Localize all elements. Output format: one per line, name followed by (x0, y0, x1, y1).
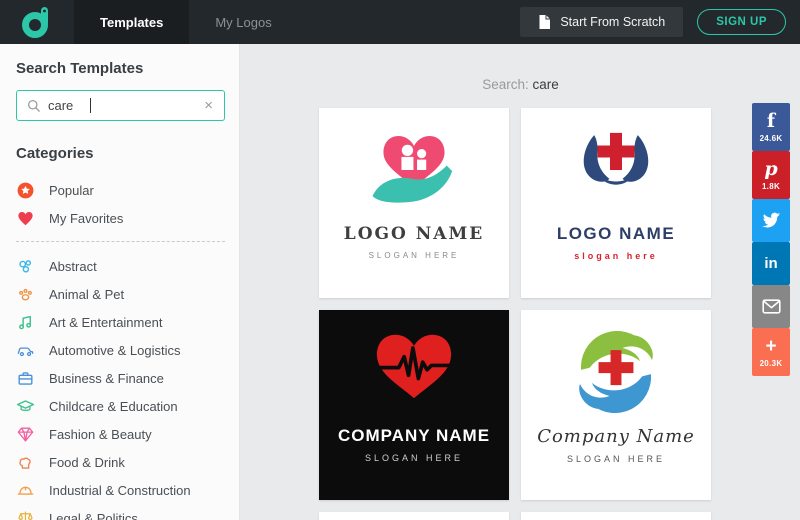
total-share-count: 20.3K (760, 359, 783, 368)
logo-slogan-text: slogan here (574, 251, 658, 261)
category-list: Abstract Animal & Pet Art & Entertainmen… (16, 252, 225, 520)
logo-name-text: COMPANY NAME (338, 426, 490, 446)
car-icon (16, 341, 35, 360)
template-results-area: Search: care LOGO NAME SLOGAN HERE (241, 44, 800, 520)
swoosh-circle-cross-logo (561, 324, 671, 420)
category-label: Legal & Politics (49, 511, 138, 520)
category-my-favorites[interactable]: My Favorites (16, 204, 225, 232)
search-status-label: Search: (482, 77, 529, 92)
logo-name-text: Company Name (537, 426, 695, 447)
tab-templates-label: Templates (100, 15, 163, 30)
top-navbar: Templates My Logos Start From Scratch SI… (0, 0, 800, 44)
search-templates-heading: Search Templates (16, 60, 225, 77)
category-industrial-construction[interactable]: Industrial & Construction (16, 476, 225, 504)
category-label: Food & Drink (49, 455, 125, 470)
pinterest-icon: p (764, 160, 777, 179)
hard-hat-icon (16, 481, 35, 500)
tab-my-logos-label: My Logos (215, 15, 271, 30)
search-input[interactable] (48, 98, 90, 113)
category-business-finance[interactable]: Business & Finance (16, 364, 225, 392)
logo-slogan-text: SLOGAN HERE (567, 454, 665, 464)
designevo-logo-icon (22, 5, 52, 39)
twitter-share-button[interactable] (752, 199, 790, 242)
categories-heading: Categories (16, 145, 225, 162)
blank-document-icon (538, 14, 551, 30)
facebook-share-count: 24.6K (760, 134, 783, 143)
category-label: Popular (49, 183, 94, 198)
music-note-icon (16, 313, 35, 332)
pinterest-share-count: 1.8K (762, 182, 780, 191)
category-popular[interactable]: Popular (16, 176, 225, 204)
briefcase-icon (16, 369, 35, 388)
category-label: Fashion & Beauty (49, 427, 152, 442)
category-label: Animal & Pet (49, 287, 124, 302)
facebook-icon: f (767, 112, 775, 131)
logo-template-card[interactable] (521, 512, 711, 520)
social-share-rail: f 24.6K p 1.8K in + 20.3K (752, 103, 790, 376)
category-art-entertainment[interactable]: Art & Entertainment (16, 308, 225, 336)
logo-name-text: LOGO NAME (557, 224, 675, 244)
logo-slogan-text: SLOGAN HERE (365, 453, 463, 463)
next-row-partial (319, 512, 711, 520)
brand-logo[interactable] (0, 0, 74, 44)
category-label: My Favorites (49, 211, 123, 226)
divider (16, 241, 225, 242)
category-legal-politics[interactable]: Legal & Politics (16, 504, 225, 520)
clear-search-icon[interactable]: × (202, 96, 215, 115)
start-from-scratch-button[interactable]: Start From Scratch (520, 7, 683, 37)
star-badge-icon (16, 181, 35, 200)
category-label: Childcare & Education (49, 399, 178, 414)
sign-up-button[interactable]: SIGN UP (697, 9, 786, 35)
logo-name-text: LOGO NAME (344, 224, 485, 244)
sidebar: Search Templates × Categories Popular (0, 44, 240, 520)
heartbeat-heart-logo (359, 324, 469, 420)
featured-category-list: Popular My Favorites (16, 176, 225, 232)
category-fashion-beauty[interactable]: Fashion & Beauty (16, 420, 225, 448)
more-share-button[interactable]: + 20.3K (752, 328, 790, 376)
category-food-drink[interactable]: Food & Drink (16, 448, 225, 476)
search-status-term: care (533, 77, 559, 92)
linkedin-share-button[interactable]: in (752, 242, 790, 285)
category-label: Industrial & Construction (49, 483, 191, 498)
twitter-bird-icon (761, 212, 781, 229)
category-label: Automotive & Logistics (49, 343, 181, 358)
logo-template-card[interactable]: LOGO NAME slogan here (521, 108, 711, 298)
logo-template-card[interactable]: Company Name SLOGAN HERE (521, 310, 711, 500)
heart-in-hand-logo (359, 122, 469, 218)
linkedin-icon: in (764, 255, 777, 272)
start-from-scratch-label: Start From Scratch (560, 15, 665, 29)
email-envelope-icon (762, 299, 781, 314)
pinterest-share-button[interactable]: p 1.8K (752, 151, 790, 199)
category-automotive-logistics[interactable]: Automotive & Logistics (16, 336, 225, 364)
search-status: Search: care (241, 77, 800, 92)
category-label: Abstract (49, 259, 97, 274)
abstract-icon (16, 257, 35, 276)
search-icon (26, 98, 41, 113)
tab-templates[interactable]: Templates (74, 0, 189, 44)
email-share-button[interactable] (752, 285, 790, 328)
text-caret (90, 98, 91, 113)
logo-slogan-text: SLOGAN HERE (369, 251, 460, 260)
facebook-share-button[interactable]: f 24.6K (752, 103, 790, 151)
logo-template-card[interactable]: LOGO NAME SLOGAN HERE (319, 108, 509, 298)
category-childcare-education[interactable]: Childcare & Education (16, 392, 225, 420)
category-label: Business & Finance (49, 371, 164, 386)
logo-template-card[interactable] (319, 512, 509, 520)
diamond-icon (16, 425, 35, 444)
scales-icon (16, 509, 35, 520)
paw-icon (16, 285, 35, 304)
tab-my-logos[interactable]: My Logos (189, 0, 297, 44)
plus-share-icon: + (765, 337, 776, 356)
heart-icon (16, 209, 35, 228)
chef-hat-icon (16, 453, 35, 472)
template-grid: LOGO NAME SLOGAN HERE LOGO NAME slogan h… (319, 108, 711, 500)
category-abstract[interactable]: Abstract (16, 252, 225, 280)
category-animal-pet[interactable]: Animal & Pet (16, 280, 225, 308)
graduation-cap-icon (16, 397, 35, 416)
category-label: Art & Entertainment (49, 315, 162, 330)
hands-holding-cross-logo (561, 122, 671, 218)
template-search-box[interactable]: × (16, 90, 225, 121)
logo-template-card[interactable]: COMPANY NAME SLOGAN HERE (319, 310, 509, 500)
